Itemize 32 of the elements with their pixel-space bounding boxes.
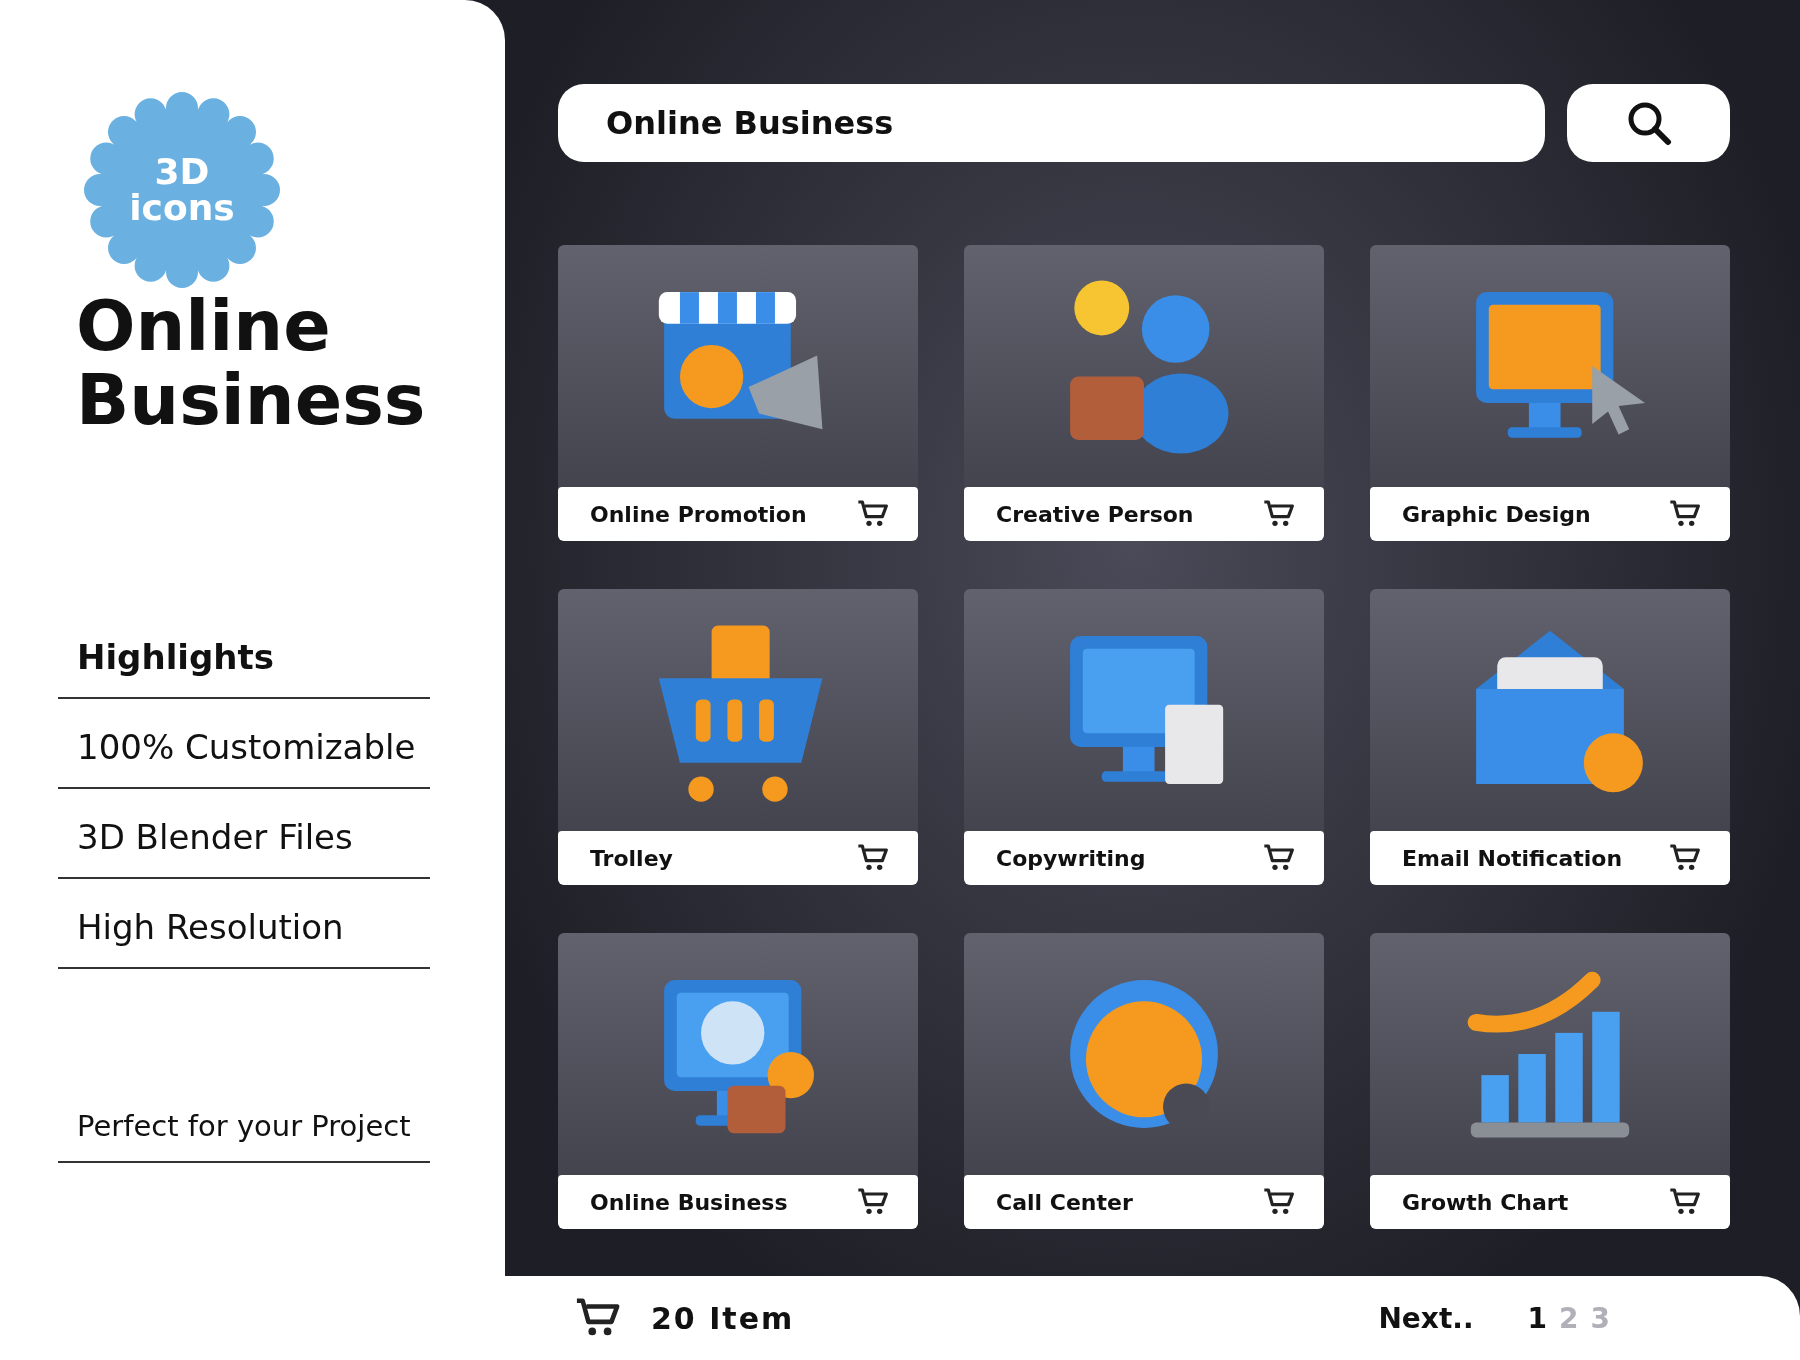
highlight-item: 3D Blender Files xyxy=(58,789,430,879)
page-title: Business xyxy=(76,363,427,437)
product-card[interactable]: Call Center xyxy=(964,933,1324,1229)
product-card[interactable]: Graphic Design xyxy=(1370,245,1730,541)
card-title: Call Center xyxy=(996,1189,1133,1215)
card-title: Online Business xyxy=(590,1189,788,1215)
page-link[interactable]: 1 xyxy=(1527,1301,1548,1335)
product-card[interactable]: Growth Chart xyxy=(1370,933,1730,1229)
page-title: Online xyxy=(76,290,332,364)
card-title: Growth Chart xyxy=(1402,1189,1569,1215)
badge-label: 3D xyxy=(154,154,210,190)
tagline: Perfect for your Project xyxy=(58,1109,430,1163)
product-card[interactable]: Creative Person xyxy=(964,245,1324,541)
card-title: Graphic Design xyxy=(1402,501,1591,527)
card-title: Online Promotion xyxy=(590,501,807,527)
product-card[interactable]: Copywriting xyxy=(964,589,1324,885)
highlight-item: 100% Customizable xyxy=(58,699,430,789)
card-title: Email Notification xyxy=(1402,845,1623,871)
badge-label: icons xyxy=(129,190,235,226)
product-card[interactable]: Trolley xyxy=(558,589,918,885)
search-button[interactable] xyxy=(1567,84,1730,162)
product-card[interactable]: Online Business xyxy=(558,933,918,1229)
card-title: Creative Person xyxy=(996,501,1194,527)
item-count: 20 Item xyxy=(651,1300,795,1336)
search-field[interactable]: Online Business xyxy=(558,84,1545,162)
card-title: Trolley xyxy=(590,845,673,871)
product-card[interactable]: Email Notification xyxy=(1370,589,1730,885)
next-link[interactable]: Next.. xyxy=(1378,1301,1474,1335)
product-card[interactable]: Online Promotion xyxy=(558,245,918,541)
highlight-item: High Resolution xyxy=(58,879,430,969)
card-title: Copywriting xyxy=(996,845,1146,871)
highlights-heading: Highlights xyxy=(58,637,430,699)
